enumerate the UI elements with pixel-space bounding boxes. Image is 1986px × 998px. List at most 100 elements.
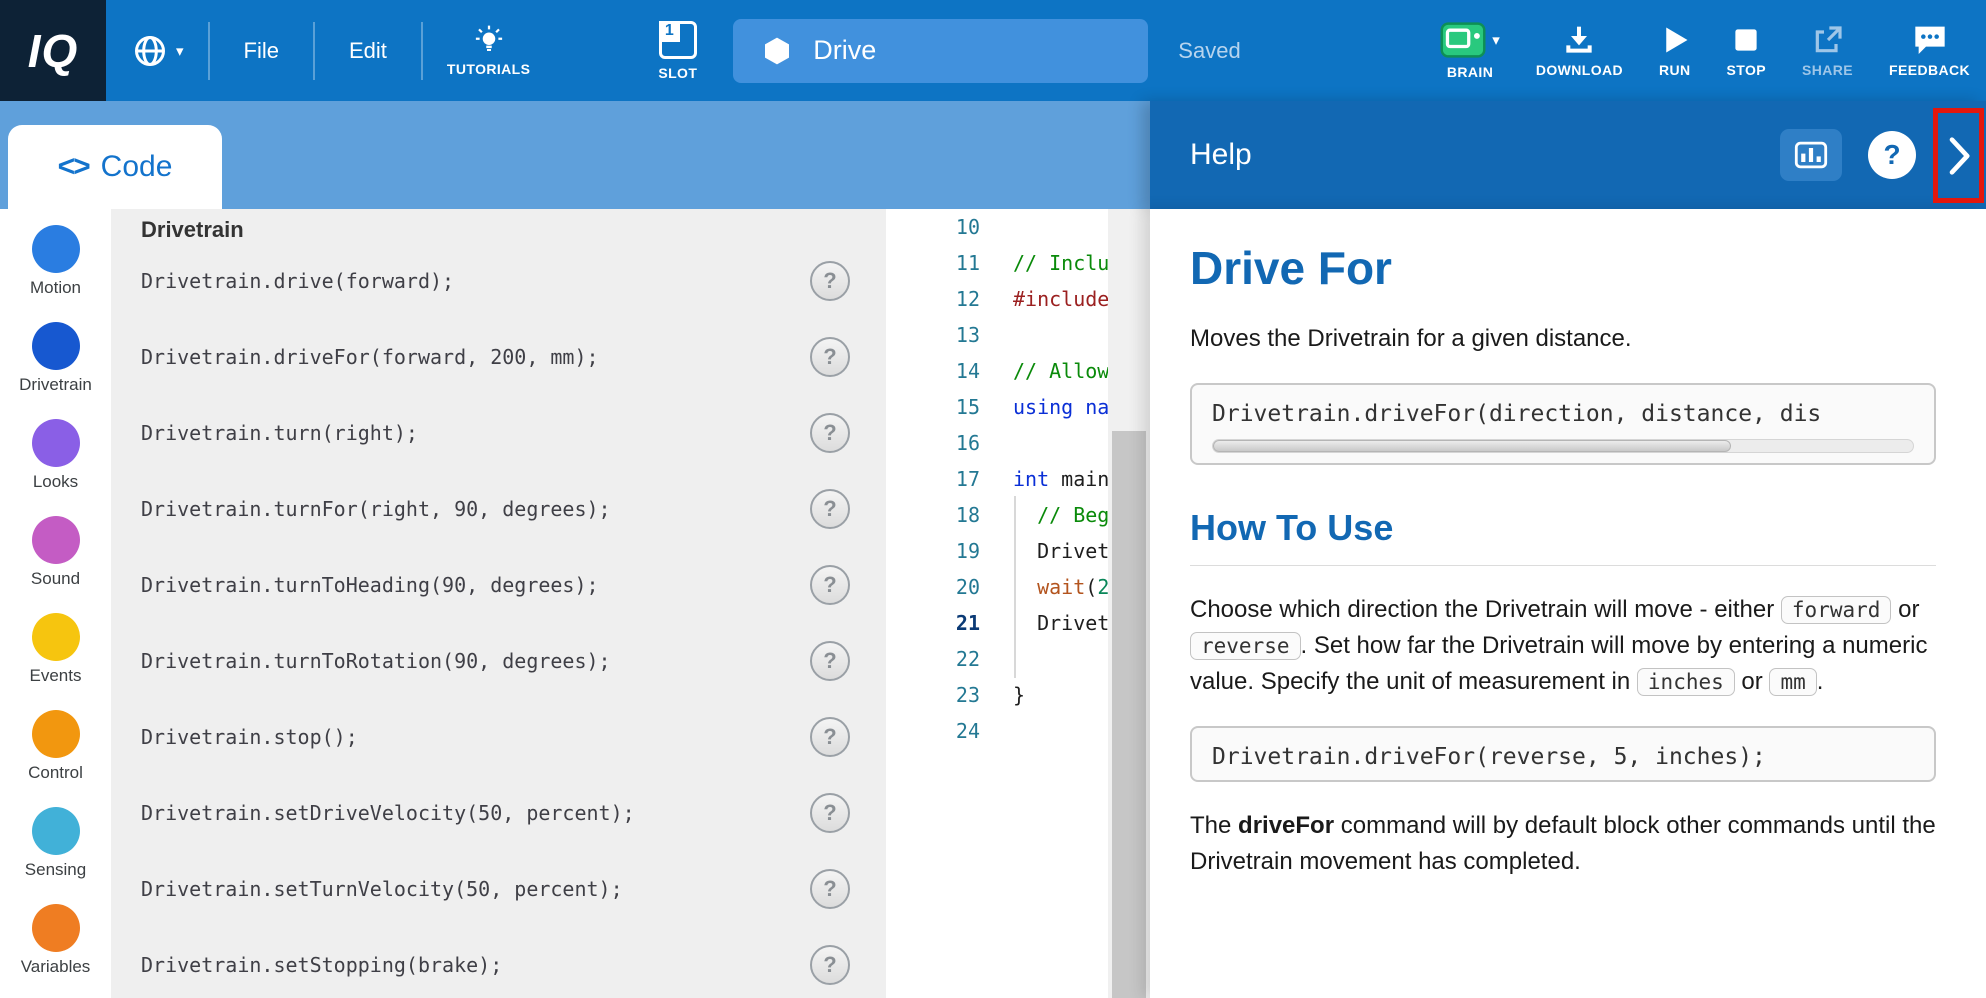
line-number: 19 <box>886 533 1000 569</box>
command-row[interactable]: Drivetrain.turn(right);? <box>111 395 886 471</box>
command-reference-panel: Drivetrain Drivetrain.drive(forward);?Dr… <box>111 209 886 998</box>
edit-menu[interactable]: Edit <box>339 32 397 70</box>
category-dot-icon[interactable] <box>32 710 80 758</box>
command-text[interactable]: Drivetrain.turnFor(right, 90, degrees); <box>141 497 611 521</box>
project-name-button[interactable]: Drive <box>733 19 1148 83</box>
category-control[interactable]: Control <box>0 710 111 807</box>
help-panel-body: Drive For Moves the Drivetrain for a giv… <box>1150 209 1986 998</box>
category-dot-icon[interactable] <box>32 419 80 467</box>
share-label: SHARE <box>1802 62 1853 78</box>
category-variables[interactable]: Variables <box>0 904 111 998</box>
play-icon <box>1660 24 1690 56</box>
share-button[interactable]: SHARE <box>1802 24 1853 78</box>
feedback-button[interactable]: FEEDBACK <box>1889 24 1970 78</box>
indent-guide <box>1014 496 1016 678</box>
slot-button[interactable]: 1 SLOT <box>658 21 697 81</box>
command-help-button[interactable]: ? <box>810 489 850 529</box>
signature-code: Drivetrain.driveFor(direction, distance,… <box>1212 401 1914 427</box>
command-text[interactable]: Drivetrain.turn(right); <box>141 421 418 445</box>
lightbulb-icon <box>474 25 504 55</box>
command-row[interactable]: Drivetrain.driveFor(forward, 200, mm);? <box>111 319 886 395</box>
inline-code-chip: forward <box>1781 596 1892 624</box>
stop-button[interactable]: STOP <box>1727 24 1766 78</box>
category-motion[interactable]: Motion <box>0 225 111 322</box>
saved-status: Saved <box>1178 38 1240 64</box>
command-help-button[interactable]: ? <box>810 793 850 833</box>
highlight-box <box>1933 108 1984 203</box>
command-text[interactable]: Drivetrain.driveFor(forward, 200, mm); <box>141 345 599 369</box>
category-dot-icon[interactable] <box>32 807 80 855</box>
command-row[interactable]: Drivetrain.stop();? <box>111 699 886 775</box>
feedback-label: FEEDBACK <box>1889 62 1970 78</box>
code-editor[interactable]: 101112131415161718192021222324 // Includ… <box>886 209 1150 998</box>
category-dot-icon[interactable] <box>32 322 80 370</box>
category-label: Looks <box>33 472 78 492</box>
command-text[interactable]: Drivetrain.setDriveVelocity(50, percent)… <box>141 801 635 825</box>
tutorials-button[interactable]: TUTORIALS <box>447 25 530 77</box>
file-menu[interactable]: File <box>234 32 289 70</box>
example-code: Drivetrain.driveFor(reverse, 5, inches); <box>1212 744 1914 770</box>
chevron-right-icon[interactable] <box>1945 134 1973 178</box>
command-text[interactable]: Drivetrain.turnToRotation(90, degrees); <box>141 649 611 673</box>
tab-code[interactable]: <> Code <box>8 125 222 209</box>
toolbar-divider <box>313 22 315 80</box>
category-dot-icon[interactable] <box>32 613 80 661</box>
language-menu[interactable]: ▾ <box>132 33 184 69</box>
category-label: Control <box>28 763 83 783</box>
command-help-button[interactable]: ? <box>810 717 850 757</box>
category-label: Motion <box>30 278 81 298</box>
command-row[interactable]: Drivetrain.setStopping(brake);? <box>111 927 886 998</box>
category-sensing[interactable]: Sensing <box>0 807 111 904</box>
line-number: 12 <box>886 281 1000 317</box>
brain-button[interactable]: ▾ BRAIN <box>1440 22 1500 80</box>
category-label: Variables <box>21 957 91 977</box>
run-button[interactable]: RUN <box>1659 24 1691 78</box>
help-question-button[interactable]: ? <box>1868 131 1916 179</box>
category-events[interactable]: Events <box>0 613 111 710</box>
command-help-button[interactable]: ? <box>810 565 850 605</box>
code-box-scrollbar-thumb[interactable] <box>1213 440 1731 452</box>
command-row[interactable]: Drivetrain.turnToRotation(90, degrees);? <box>111 623 886 699</box>
category-drivetrain[interactable]: Drivetrain <box>0 322 111 419</box>
command-text[interactable]: Drivetrain.stop(); <box>141 725 358 749</box>
signature-code-box: Drivetrain.driveFor(direction, distance,… <box>1190 383 1936 465</box>
command-row[interactable]: Drivetrain.setDriveVelocity(50, percent)… <box>111 775 886 851</box>
stop-icon <box>1731 24 1761 56</box>
category-dot-icon[interactable] <box>32 904 80 952</box>
command-list: Drivetrain.drive(forward);?Drivetrain.dr… <box>111 243 886 998</box>
category-dot-icon[interactable] <box>32 516 80 564</box>
command-text[interactable]: Drivetrain.turnToHeading(90, degrees); <box>141 573 599 597</box>
category-looks[interactable]: Looks <box>0 419 111 516</box>
command-text[interactable]: Drivetrain.setStopping(brake); <box>141 953 502 977</box>
code-box-scrollbar[interactable] <box>1212 439 1914 453</box>
globe-icon <box>132 33 168 69</box>
caret-down-icon: ▾ <box>176 42 184 60</box>
command-row[interactable]: Drivetrain.drive(forward);? <box>111 243 886 319</box>
command-row[interactable]: Drivetrain.turnFor(right, 90, degrees);? <box>111 471 886 547</box>
category-dot-icon[interactable] <box>32 225 80 273</box>
note-paragraph: The driveFor command will by default blo… <box>1190 808 1936 880</box>
command-row[interactable]: Drivetrain.turnToHeading(90, degrees);? <box>111 547 886 623</box>
editor-scrollbar[interactable] <box>1108 209 1150 998</box>
command-help-button[interactable]: ? <box>810 641 850 681</box>
command-text[interactable]: Drivetrain.setTurnVelocity(50, percent); <box>141 877 623 901</box>
command-row[interactable]: Drivetrain.setTurnVelocity(50, percent);… <box>111 851 886 927</box>
tutorials-label: TUTORIALS <box>447 61 530 77</box>
command-help-button[interactable]: ? <box>810 337 850 377</box>
stop-label: STOP <box>1727 62 1766 78</box>
download-button[interactable]: DOWNLOAD <box>1536 24 1623 78</box>
brain-help-button[interactable] <box>1780 129 1842 181</box>
help-panel-header: Help ? <box>1150 101 1986 209</box>
category-sound[interactable]: Sound <box>0 516 111 613</box>
command-text[interactable]: Drivetrain.drive(forward); <box>141 269 454 293</box>
iq-logo: IQ <box>0 0 106 101</box>
editor-scrollbar-thumb[interactable] <box>1112 431 1146 998</box>
command-help-button[interactable]: ? <box>810 261 850 301</box>
command-help-button[interactable]: ? <box>810 413 850 453</box>
toolbar-divider <box>421 22 423 80</box>
line-number: 21 <box>886 605 1000 641</box>
slot-icon: 1 <box>659 21 697 59</box>
command-help-button[interactable]: ? <box>810 869 850 909</box>
command-help-button[interactable]: ? <box>810 945 850 985</box>
line-number: 23 <box>886 677 1000 713</box>
